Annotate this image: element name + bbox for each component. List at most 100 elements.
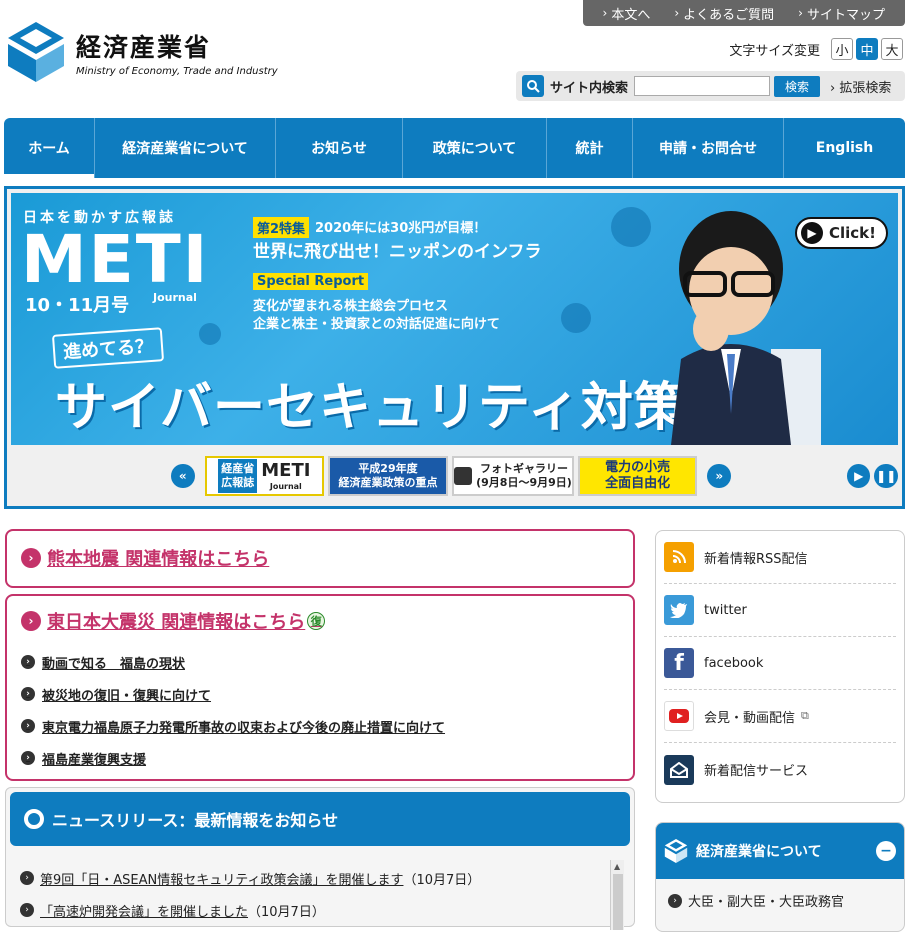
nav-english[interactable]: English — [784, 118, 905, 178]
carousel-prev-button[interactable]: « — [171, 464, 195, 488]
facebook-icon: f — [664, 648, 694, 678]
rss-link[interactable]: 新着情報RSS配信 — [664, 531, 896, 584]
magazine-title: METI — [21, 221, 210, 298]
kumamoto-link[interactable]: › 熊本地震 関連情報はこちら — [21, 545, 619, 571]
global-nav: ホーム 経済産業省について お知らせ 政策について 統計 申請・お問合せ Eng… — [4, 118, 905, 178]
sublink-fukushima-video[interactable]: › 動画で知る 福島の現状 — [21, 646, 619, 678]
carousel-next-button[interactable]: » — [707, 464, 731, 488]
list-item: › 第9回「日・ASEAN情報セキュリティ政策会議」を開催します （10月7日） — [20, 862, 610, 894]
youtube-icon — [664, 701, 694, 731]
advanced-search-link[interactable]: › 拡張検索 — [830, 77, 891, 96]
press-video-link[interactable]: 会見・動画配信 ⧉ — [664, 690, 896, 743]
mail-service-link[interactable]: 新着配信サービス — [664, 743, 896, 796]
logo-text: 経済産業省 Ministry of Economy, Trade and Ind… — [76, 28, 278, 77]
font-size-control: 文字サイズ変更 小 中 大 — [729, 38, 903, 60]
scroll-up-icon[interactable]: ▲ — [614, 862, 620, 871]
chevron-right-icon: › — [20, 903, 34, 917]
higashi-sublinks: › 動画で知る 福島の現状 › 被災地の復旧・復興に向けて › 東京電力福島原子… — [21, 646, 619, 774]
nav-home[interactable]: ホーム — [4, 118, 95, 178]
sublink-nuclear[interactable]: › 東京電力福島原子力発電所事故の収束および今後の廃止措置に向けて — [21, 710, 619, 742]
magazine-issue: 10・11月号 — [25, 295, 130, 316]
ministry-name-jp: 経済産業省 — [76, 32, 212, 62]
special-report-line2: 企業と株主・投資家との対話促進に向けて — [253, 317, 500, 332]
collapse-icon[interactable]: − — [876, 841, 896, 861]
chevron-right-icon: › — [21, 687, 35, 701]
about-item-ministers[interactable]: › 大臣・副大臣・大臣政務官 — [656, 879, 904, 922]
search-button[interactable]: 検索 — [774, 75, 821, 97]
carousel-play-button[interactable]: ▶ — [846, 464, 871, 488]
reconstruction-icon: 復 — [307, 612, 326, 630]
meti-logo-icon — [8, 22, 64, 82]
rss-icon — [664, 542, 694, 572]
chevron-right-icon: › — [602, 6, 608, 20]
main-banner: 日本を動かす広報誌 METI 10・11月号 Journal 第2特集 2020… — [4, 186, 905, 509]
utility-bar: › 本文へ › よくあるご質問 › サイトマップ — [582, 0, 905, 26]
news-item-link[interactable]: 第9回「日・ASEAN情報セキュリティ政策会議」を開催します — [40, 869, 403, 888]
special-report-line1: 変化が望まれる株主総会プロセス — [253, 299, 449, 314]
sublink-industry[interactable]: › 福島産業復興支援 — [21, 742, 619, 774]
facebook-link[interactable]: f facebook — [664, 637, 896, 690]
about-panel: 経済産業省について − › 大臣・副大臣・大臣政務官 — [655, 822, 905, 932]
news-item-date: （10月7日） — [248, 904, 325, 920]
site-search: サイト内検索 検索 › 拡張検索 — [516, 71, 905, 101]
font-size-large-button[interactable]: 大 — [881, 38, 903, 60]
carousel-pause-button[interactable]: ❚❚ — [874, 464, 898, 488]
chevron-right-icon: › — [21, 611, 41, 631]
catch-phrase: 進めてる？ — [51, 327, 165, 369]
news-item-link[interactable]: 「高速炉開発会議」を開催しました — [40, 901, 248, 920]
ministry-name-en: Ministry of Economy, Trade and Industry — [76, 65, 278, 77]
carousel-thumb-power[interactable]: 電力の小売 全面自由化 — [577, 456, 698, 496]
search-label: サイト内検索 — [550, 80, 629, 96]
chevron-right-icon: ▶ — [801, 222, 823, 244]
twitter-icon — [664, 595, 694, 625]
font-size-medium-button[interactable]: 中 — [856, 38, 878, 60]
nav-policy[interactable]: 政策について — [403, 118, 547, 178]
news-item-date: （10月7日） — [403, 872, 481, 888]
higashi-alert: › 東日本大震災 関連情報はこちら 復 › 動画で知る 福島の現状 › 被災地の… — [5, 594, 635, 781]
feature-line1: 2020年には30兆円が目標！ — [315, 221, 487, 236]
font-size-label: 文字サイズ変更 — [729, 43, 820, 59]
ring-icon — [24, 809, 44, 829]
gear-icon — [199, 323, 221, 345]
font-size-small-button[interactable]: 小 — [831, 38, 853, 60]
site-logo[interactable]: 経済産業省 Ministry of Economy, Trade and Ind… — [6, 20, 278, 84]
sublink-recovery[interactable]: › 被災地の復旧・復興に向けて — [21, 678, 619, 710]
click-button[interactable]: ▶ Click! — [795, 217, 888, 249]
carousel-thumb-photo[interactable]: フォトギャラリー (9月8日〜9月9日) — [451, 456, 574, 496]
carousel-thumb-meti[interactable]: 経産省 広報誌 METI Journal — [204, 456, 325, 496]
list-item: › 「高速炉開発会議」を開催しました （10月7日） — [20, 894, 610, 926]
chevron-right-icon: › — [21, 751, 35, 765]
higashi-link[interactable]: › 東日本大震災 関連情報はこちら 復 — [21, 608, 619, 634]
news-list: › 第9回「日・ASEAN情報セキュリティ政策会議」を開催します （10月7日）… — [20, 862, 610, 926]
meti-logo-icon — [664, 839, 688, 863]
chevron-right-icon: › — [21, 719, 35, 733]
about-header[interactable]: 経済産業省について − — [656, 823, 904, 879]
faq-link[interactable]: › よくあるご質問 — [662, 4, 786, 23]
nav-statistics[interactable]: 統計 — [547, 118, 633, 178]
search-input[interactable] — [634, 76, 771, 96]
chevron-right-icon: › — [20, 871, 34, 885]
nav-news[interactable]: お知らせ — [276, 118, 403, 178]
magazine-journal: Journal — [153, 291, 197, 304]
carousel-thumb-policy[interactable]: 平成29年度 経済産業政策の重点 — [328, 456, 448, 496]
scrollbar-thumb[interactable] — [613, 874, 623, 930]
chevron-right-icon: › — [21, 655, 35, 669]
nav-applications[interactable]: 申請・お問合せ — [633, 118, 784, 178]
kumamoto-alert: › 熊本地震 関連情報はこちら — [5, 529, 635, 588]
chevron-right-icon: › — [21, 548, 41, 568]
news-release-panel: ニュースリリース：最新情報をお知らせ › 第9回「日・ASEAN情報セキュリティ… — [5, 787, 635, 930]
skip-to-content-link[interactable]: › 本文へ — [591, 4, 663, 23]
external-link-icon: ⧉ — [801, 709, 809, 722]
banner-headline: サイバーセキュリティ対策 — [55, 378, 687, 438]
feature-line2: 世界に飛び出せ！ニッポンのインフラ — [253, 242, 542, 262]
search-icon — [522, 75, 544, 97]
nav-about[interactable]: 経済産業省について — [95, 118, 276, 178]
news-header: ニュースリリース：最新情報をお知らせ — [10, 792, 630, 846]
news-scrollbar[interactable]: ▲ — [610, 860, 624, 930]
mail-icon — [664, 754, 694, 785]
gear-icon — [611, 207, 651, 247]
sitemap-link[interactable]: › サイトマップ — [786, 4, 897, 23]
banner-carousel: « 経産省 広報誌 METI Journal 平成29年度 経済産業政策の重点 … — [11, 449, 898, 503]
banner-image-link[interactable]: 日本を動かす広報誌 METI 10・11月号 Journal 第2特集 2020… — [11, 193, 898, 445]
twitter-link[interactable]: twitter — [664, 584, 896, 637]
